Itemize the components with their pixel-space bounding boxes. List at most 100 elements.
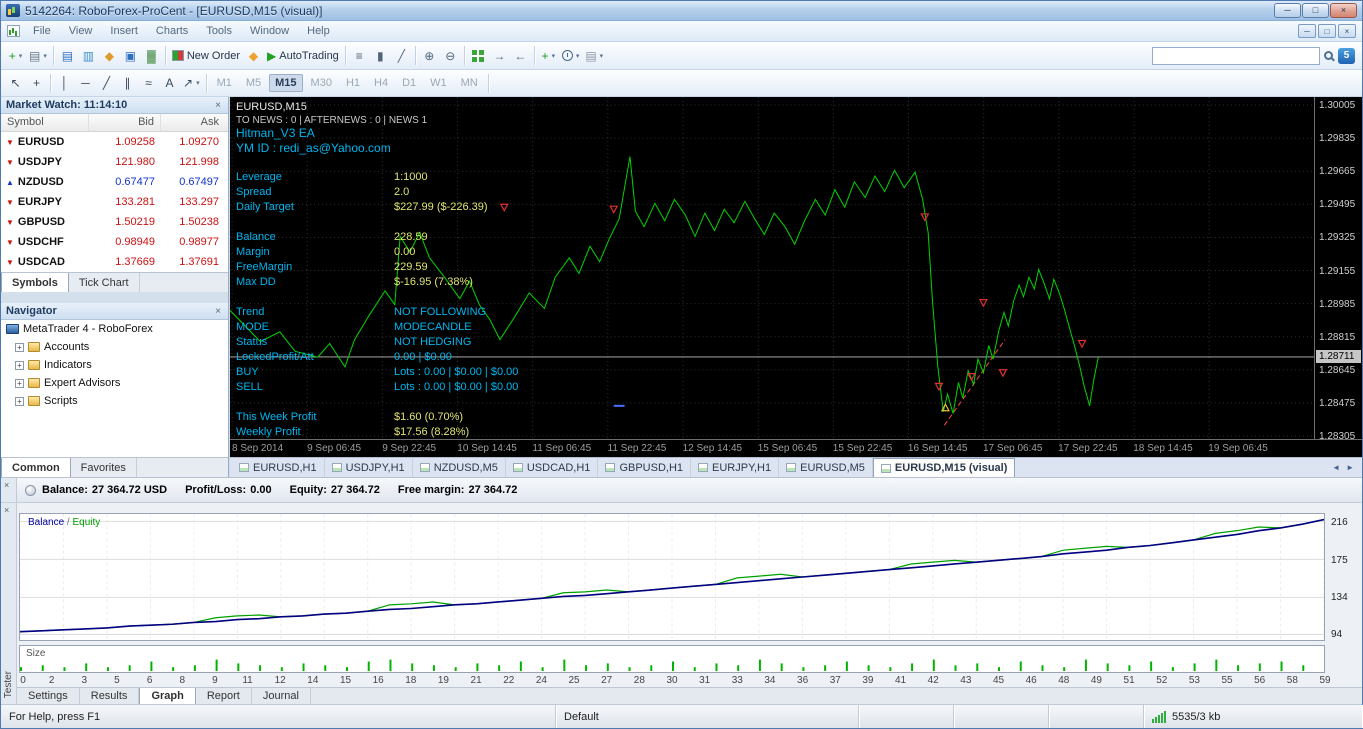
column-header-symbol[interactable]: Symbol [1, 114, 89, 131]
timeframe-d1[interactable]: D1 [396, 74, 422, 92]
channel-button[interactable]: ∥ [117, 72, 138, 94]
chart-shift-button[interactable]: ← [510, 45, 531, 67]
templates-button[interactable]: ▤ ▾ [582, 45, 606, 67]
nav-item-scripts[interactable]: + Scripts [1, 392, 228, 410]
mql5-community-icon[interactable]: 5 [1338, 47, 1355, 64]
candlestick-button[interactable]: ▮ [370, 45, 391, 67]
mdi-close-button[interactable]: × [1338, 24, 1356, 38]
chart-tab-eurusd-m15-visual[interactable]: EURUSD,M15 (visual) [872, 458, 1016, 477]
menu-item-file[interactable]: File [24, 23, 60, 39]
indicators-button[interactable]: + ▾ [538, 45, 559, 67]
nav-item-expert-advisors[interactable]: + Expert Advisors [1, 374, 228, 392]
zoom-out-button[interactable]: ⊖ [440, 45, 461, 67]
tester-tab-settings[interactable]: Settings [17, 688, 80, 704]
menu-item-help[interactable]: Help [298, 23, 339, 39]
timeframe-h1[interactable]: H1 [340, 74, 366, 92]
tab-tick-chart[interactable]: Tick Chart [69, 273, 140, 292]
fibonacci-button[interactable]: ≈ [138, 72, 159, 94]
timeframe-m30[interactable]: M30 [305, 74, 338, 92]
chart-tab-eurjpy-h1[interactable]: EURJPY,H1 [691, 458, 780, 477]
arrows-button[interactable]: ↗ ▾ [180, 72, 203, 94]
symbol-row-eurjpy[interactable]: ▼ EURJPY 133.281 133.297 [1, 192, 228, 212]
timeframe-m15[interactable]: M15 [269, 74, 303, 92]
chart-tab-eurusd-m5[interactable]: EURUSD,M5 [779, 458, 873, 477]
timeframe-h4[interactable]: H4 [368, 74, 394, 92]
symbol-row-gbpusd[interactable]: ▼ GBPUSD 1.50219 1.50238 [1, 212, 228, 232]
expand-icon[interactable]: + [15, 342, 24, 352]
symbol-row-usdcad[interactable]: ▼ USDCAD 1.37669 1.37691 [1, 252, 228, 272]
close-icon[interactable]: × [213, 100, 223, 111]
column-header-ask[interactable]: Ask [161, 114, 225, 131]
tester-graph[interactable]: Balance / Equity [19, 513, 1325, 641]
tab-scroll-left-icon[interactable]: ◄ [1332, 463, 1340, 472]
tester-tab-graph[interactable]: Graph [139, 688, 196, 704]
maximize-button[interactable]: □ [1302, 3, 1329, 18]
crosshair-button[interactable]: + [26, 72, 47, 94]
expand-icon[interactable]: + [15, 396, 24, 406]
periods-button[interactable]: ▾ [559, 45, 583, 67]
text-button[interactable]: A [159, 72, 180, 94]
menu-item-window[interactable]: Window [241, 23, 298, 39]
tab-symbols[interactable]: Symbols [1, 273, 69, 292]
market-watch-button[interactable]: ▤ [57, 45, 78, 67]
nav-item-indicators[interactable]: + Indicators [1, 356, 228, 374]
new-order-button[interactable]: New Order [169, 45, 243, 67]
symbol-row-eurusd[interactable]: ▼ EURUSD 1.09258 1.09270 [1, 132, 228, 152]
chart-tab-usdcad-h1[interactable]: USDCAD,H1 [506, 458, 599, 477]
cursor-button[interactable]: ↖ [5, 72, 26, 94]
navigator-button[interactable]: ◆ [99, 45, 120, 67]
tester-close-icon[interactable]: × [4, 505, 9, 515]
new-chart-button[interactable]: + ▾ [5, 45, 26, 67]
metaeditor-button[interactable]: ◆ [243, 45, 264, 67]
menu-item-charts[interactable]: Charts [147, 23, 197, 39]
navigator-header[interactable]: Navigator × [1, 303, 228, 320]
terminal-close-icon[interactable]: × [4, 480, 9, 490]
mdi-minimize-button[interactable]: ─ [1298, 24, 1316, 38]
bar-chart-button[interactable]: ≡ [349, 45, 370, 67]
tester-tab-journal[interactable]: Journal [252, 688, 311, 704]
menu-item-view[interactable]: View [60, 23, 102, 39]
autotrading-button[interactable]: ▶ AutoTrading [264, 45, 342, 67]
line-chart-button[interactable]: ╱ [391, 45, 412, 67]
chart-tab-eurusd-h1[interactable]: EURUSD,H1 [232, 458, 325, 477]
terminal-button[interactable]: ▣ [120, 45, 141, 67]
timeframe-mn[interactable]: MN [455, 74, 484, 92]
profiles-button[interactable]: ▤ ▾ [26, 45, 50, 67]
status-profile[interactable]: Default [556, 705, 859, 728]
expand-icon[interactable]: + [15, 378, 24, 388]
tab-favorites[interactable]: Favorites [71, 458, 137, 477]
tester-tab-results[interactable]: Results [80, 688, 140, 704]
expand-icon[interactable]: + [15, 360, 24, 370]
close-icon[interactable]: × [213, 306, 223, 317]
tab-common[interactable]: Common [1, 458, 71, 477]
auto-scroll-button[interactable]: → [489, 45, 510, 67]
search-input[interactable] [1152, 46, 1320, 65]
symbol-row-usdchf[interactable]: ▼ USDCHF 0.98949 0.98977 [1, 232, 228, 252]
price-chart[interactable]: EURUSD,M15 TO NEWS : 0 | AFTERNEWS : 0 |… [230, 97, 1362, 457]
menu-item-tools[interactable]: Tools [197, 23, 241, 39]
market-watch-header[interactable]: Market Watch: 11:14:10 × [1, 97, 228, 114]
minimize-button[interactable]: ─ [1274, 3, 1301, 18]
timeframe-w1[interactable]: W1 [424, 74, 453, 92]
nav-root[interactable]: MetaTrader 4 - RoboForex [1, 320, 228, 338]
zoom-in-button[interactable]: ⊕ [419, 45, 440, 67]
close-button[interactable]: × [1330, 3, 1357, 18]
chart-plot[interactable]: EURUSD,M15 TO NEWS : 0 | AFTERNEWS : 0 |… [230, 97, 1314, 439]
horizontal-line-button[interactable]: ─ [75, 72, 96, 94]
tester-tab-report[interactable]: Report [196, 688, 252, 704]
column-header-bid[interactable]: Bid [89, 114, 161, 131]
chart-tab-nzdusd-m5[interactable]: NZDUSD,M5 [413, 458, 506, 477]
trendline-button[interactable]: ╱ [96, 72, 117, 94]
nav-item-accounts[interactable]: + Accounts [1, 338, 228, 356]
timeframe-m5[interactable]: M5 [240, 74, 267, 92]
tab-scroll-right-icon[interactable]: ► [1346, 463, 1354, 472]
menu-item-insert[interactable]: Insert [101, 23, 147, 39]
strategy-tester-button[interactable]: ▓ [141, 45, 162, 67]
title-bar[interactable]: 5142264: RoboForex-ProCent - [EURUSD,M15… [1, 1, 1362, 21]
timeframe-m1[interactable]: M1 [211, 74, 238, 92]
data-window-button[interactable]: ▥ [78, 45, 99, 67]
tile-windows-button[interactable] [468, 45, 489, 67]
symbol-row-nzdusd[interactable]: ▲ NZDUSD 0.67477 0.67497 [1, 172, 228, 192]
chart-tab-usdjpy-h1[interactable]: USDJPY,H1 [325, 458, 413, 477]
symbol-row-usdjpy[interactable]: ▼ USDJPY 121.980 121.998 [1, 152, 228, 172]
